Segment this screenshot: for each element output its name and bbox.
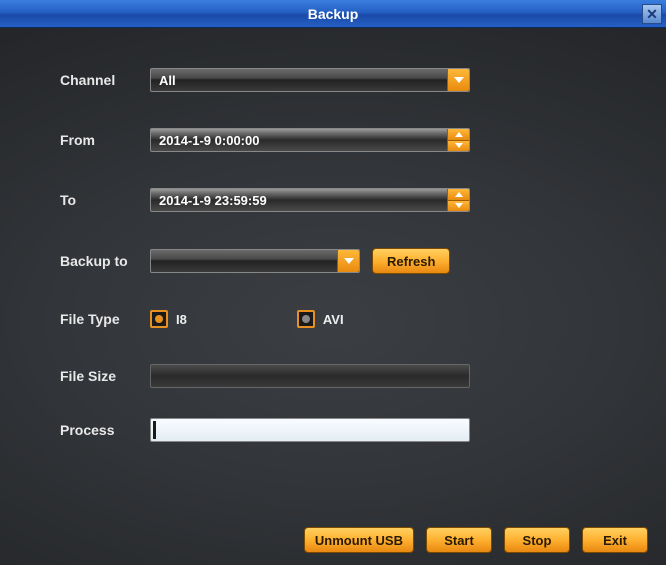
close-icon: ✕ [646,6,658,23]
stop-button[interactable]: Stop [504,527,570,553]
from-spinner [447,129,469,151]
from-spin-up[interactable] [447,129,469,141]
chevron-down-icon [454,77,464,83]
chevron-down-icon [455,143,463,148]
to-datetime-input[interactable]: 2014-1-9 23:59:59 [150,188,470,212]
content-area: Channel All From 2014-1-9 0:00:00 To 201… [0,28,666,565]
to-spinner [447,189,469,211]
file-type-label: File Type [60,311,150,327]
refresh-button[interactable]: Refresh [372,248,450,274]
file-type-avi-label: AVI [323,312,344,327]
titlebar: Backup ✕ [0,0,666,28]
bottom-button-bar: Unmount USB Start Stop Exit [304,527,648,553]
backup-to-dropdown-button[interactable] [337,250,359,272]
process-progress [150,418,470,442]
exit-button[interactable]: Exit [582,527,648,553]
to-spin-down[interactable] [447,201,469,212]
file-type-i8-radio[interactable]: I8 [150,310,187,328]
unmount-usb-button[interactable]: Unmount USB [304,527,414,553]
to-value: 2014-1-9 23:59:59 [159,193,267,208]
to-spin-up[interactable] [447,189,469,201]
file-size-field [150,364,470,388]
chevron-up-icon [455,132,463,137]
channel-label: Channel [60,72,150,88]
from-value: 2014-1-9 0:00:00 [159,133,259,148]
window-title: Backup [308,6,359,22]
to-label: To [60,192,150,208]
chevron-up-icon [455,192,463,197]
start-button[interactable]: Start [426,527,492,553]
channel-dropdown[interactable]: All [150,68,470,92]
channel-dropdown-button[interactable] [447,69,469,91]
from-spin-down[interactable] [447,141,469,152]
from-datetime-input[interactable]: 2014-1-9 0:00:00 [150,128,470,152]
from-label: From [60,132,150,148]
file-type-i8-label: I8 [176,312,187,327]
backup-to-label: Backup to [60,253,150,269]
file-size-label: File Size [60,368,150,384]
file-type-avi-radio[interactable]: AVI [297,310,344,328]
radio-icon [150,310,168,328]
process-label: Process [60,422,150,438]
backup-to-dropdown[interactable] [150,249,360,273]
progress-indicator [153,421,156,439]
chevron-down-icon [455,203,463,208]
close-button[interactable]: ✕ [642,4,662,24]
chevron-down-icon [344,258,354,264]
radio-icon [297,310,315,328]
channel-value: All [159,73,176,88]
